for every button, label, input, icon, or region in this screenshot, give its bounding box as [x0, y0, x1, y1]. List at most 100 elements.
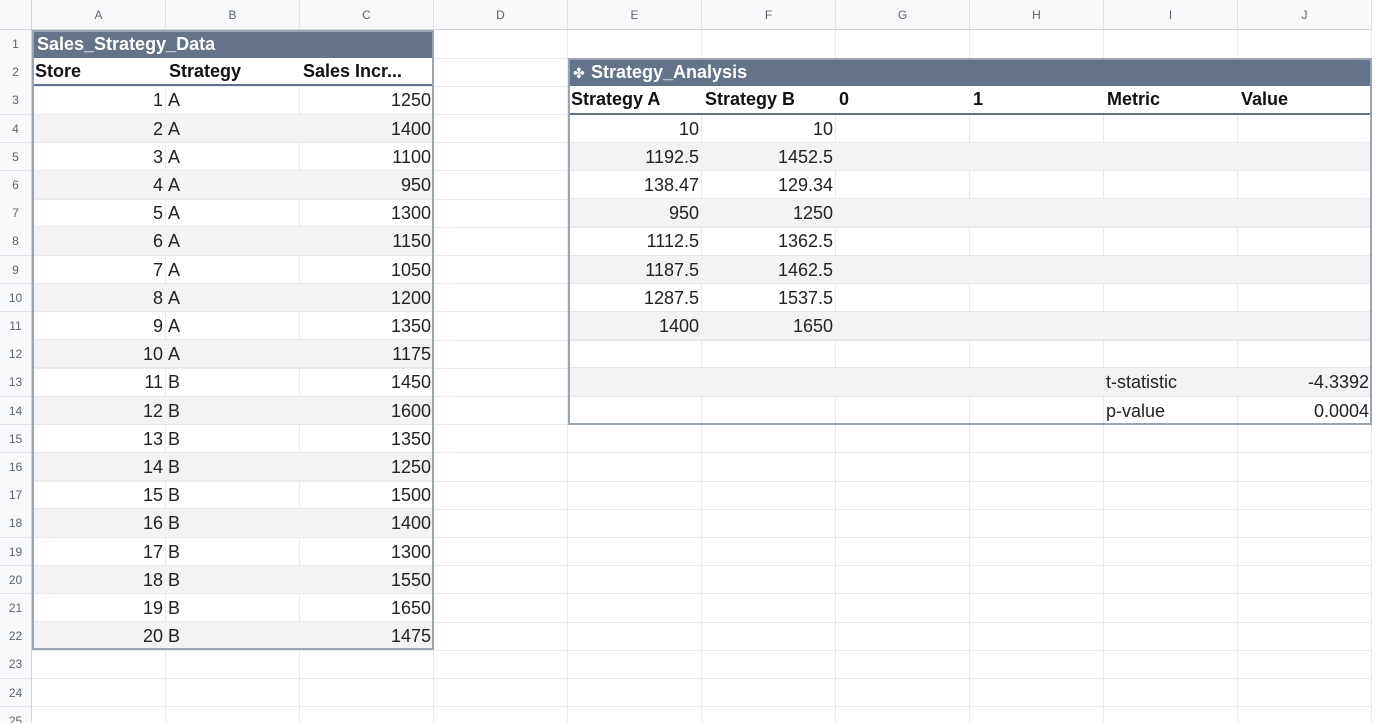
cell-D19[interactable] [434, 537, 568, 567]
sales-cell[interactable]: 10 [32, 340, 166, 369]
analysis-cell[interactable] [702, 397, 836, 425]
cell-A23[interactable] [32, 650, 166, 680]
analysis-cell[interactable] [970, 368, 1104, 397]
row-header-2[interactable]: 2 [0, 58, 32, 87]
analysis-cell[interactable] [568, 340, 702, 369]
sales-cell[interactable]: 1175 [300, 340, 434, 369]
row-header-7[interactable]: 7 [0, 199, 32, 228]
analysis-cell[interactable] [1104, 142, 1238, 171]
cell-F18[interactable] [702, 509, 836, 539]
sales-cell[interactable]: 1650 [300, 594, 434, 623]
sales-cell[interactable]: 13 [32, 425, 166, 453]
sales-cell[interactable]: 6 [32, 227, 166, 256]
analysis-cell[interactable]: 1537.5 [702, 284, 836, 312]
row-header-6[interactable]: 6 [0, 171, 32, 200]
cell-C23[interactable] [300, 650, 434, 680]
analysis-header-3[interactable]: 1 [970, 86, 1104, 115]
analysis-cell[interactable] [1104, 227, 1238, 256]
sales-cell[interactable]: B [166, 565, 300, 594]
analysis-cell[interactable] [970, 227, 1104, 256]
analysis-header-0[interactable]: Strategy A [568, 86, 702, 115]
cell-D23[interactable] [434, 650, 568, 680]
row-header-18[interactable]: 18 [0, 509, 32, 539]
analysis-cell[interactable] [1238, 340, 1372, 369]
cell-H20[interactable] [970, 565, 1104, 595]
cell-D12[interactable] [434, 340, 568, 369]
analysis-table-title[interactable]: ✤ Strategy_Analysis [568, 58, 1372, 87]
cell-I25[interactable] [1104, 706, 1238, 723]
cell-H15[interactable] [970, 424, 1104, 454]
sales-cell[interactable]: 1500 [300, 481, 434, 510]
analysis-cell[interactable] [970, 340, 1104, 369]
sales-cell[interactable]: B [166, 594, 300, 623]
cell-D2[interactable] [434, 58, 568, 87]
cell-D21[interactable] [434, 594, 568, 623]
analysis-cell[interactable] [568, 397, 702, 425]
sales-cell[interactable]: A [166, 227, 300, 256]
sales-cell[interactable]: 9 [32, 312, 166, 341]
cell-J15[interactable] [1238, 424, 1372, 454]
analysis-cell[interactable]: 1650 [702, 312, 836, 341]
analysis-cell[interactable]: 138.47 [568, 171, 702, 200]
sales-cell[interactable]: 3 [32, 143, 166, 171]
cell-G22[interactable] [836, 622, 970, 651]
cell-D20[interactable] [434, 565, 568, 595]
cell-G20[interactable] [836, 565, 970, 595]
cell-E17[interactable] [568, 481, 702, 510]
analysis-cell[interactable]: 1250 [702, 199, 836, 228]
analysis-cell[interactable]: 950 [568, 199, 702, 228]
cell-D15[interactable] [434, 424, 568, 454]
analysis-cell[interactable] [1104, 115, 1238, 143]
cell-D25[interactable] [434, 706, 568, 723]
sales-cell[interactable]: 11 [32, 368, 166, 397]
sales-cell[interactable]: B [166, 425, 300, 453]
sales-cell[interactable]: 4 [32, 171, 166, 200]
cell-A24[interactable] [32, 678, 166, 708]
cell-E24[interactable] [568, 678, 702, 708]
sales-cell[interactable]: 1050 [300, 256, 434, 284]
cell-I23[interactable] [1104, 650, 1238, 680]
sales-cell[interactable]: 950 [300, 171, 434, 200]
sales-cell[interactable]: 20 [32, 622, 166, 651]
sales-cell[interactable]: A [166, 143, 300, 171]
sales-cell[interactable]: B [166, 368, 300, 397]
sales-cell[interactable]: B [166, 481, 300, 510]
cell-E23[interactable] [568, 650, 702, 680]
cell-B24[interactable] [166, 678, 300, 708]
cell-B25[interactable] [166, 706, 300, 723]
cell-F23[interactable] [702, 650, 836, 680]
sales-header-1[interactable]: Strategy [166, 58, 300, 87]
cell-J16[interactable] [1238, 453, 1372, 482]
cell-F22[interactable] [702, 622, 836, 651]
cell-D11[interactable] [434, 312, 568, 341]
cell-J20[interactable] [1238, 565, 1372, 595]
sales-cell[interactable]: 1150 [300, 227, 434, 256]
cell-E20[interactable] [568, 565, 702, 595]
row-header-8[interactable]: 8 [0, 227, 32, 257]
cell-H1[interactable] [970, 30, 1104, 59]
sales-cell[interactable]: A [166, 256, 300, 284]
cell-I24[interactable] [1104, 678, 1238, 708]
analysis-cell[interactable] [970, 397, 1104, 425]
sales-header-0[interactable]: Store [32, 58, 166, 87]
cell-J23[interactable] [1238, 650, 1372, 680]
row-header-12[interactable]: 12 [0, 340, 32, 369]
analysis-cell[interactable] [836, 312, 970, 341]
sales-cell[interactable]: 1550 [300, 565, 434, 594]
analysis-cell[interactable] [568, 368, 702, 397]
analysis-cell[interactable] [836, 171, 970, 200]
sales-cell[interactable]: 1475 [300, 622, 434, 651]
analysis-cell[interactable] [836, 142, 970, 171]
sales-header-2[interactable]: Sales Incr... [300, 58, 434, 87]
analysis-cell[interactable]: p-value [1104, 397, 1238, 425]
analysis-cell[interactable] [970, 171, 1104, 200]
sales-cell[interactable]: 17 [32, 538, 166, 566]
sales-cell[interactable]: 7 [32, 256, 166, 284]
analysis-cell[interactable]: t-statistic [1104, 368, 1238, 397]
analysis-cell[interactable] [970, 255, 1104, 284]
analysis-cell[interactable] [836, 368, 970, 397]
analysis-cell[interactable] [1104, 199, 1238, 228]
cell-D14[interactable] [434, 396, 568, 426]
analysis-cell[interactable] [836, 199, 970, 228]
analysis-cell[interactable]: 1112.5 [568, 227, 702, 256]
